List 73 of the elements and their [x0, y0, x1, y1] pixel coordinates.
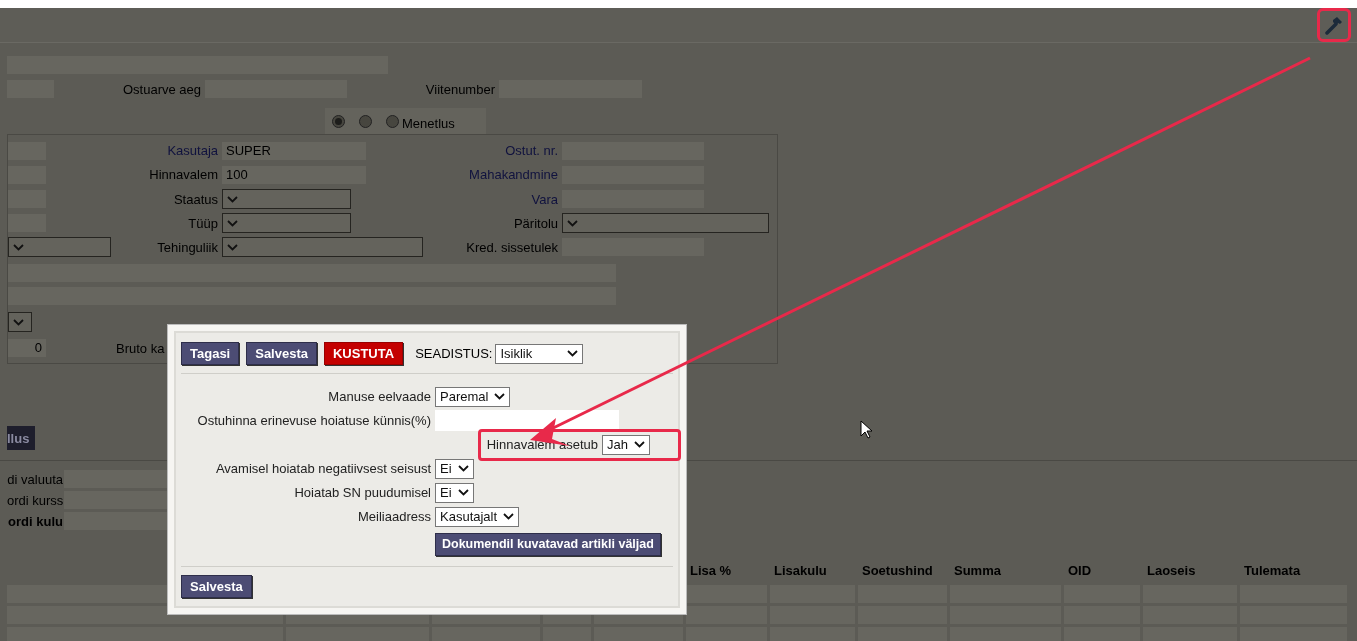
- setting-label: Hinnavalem asetub: [486, 437, 599, 452]
- text-field[interactable]: [8, 264, 616, 282]
- text-field[interactable]: [8, 214, 46, 232]
- dropdown[interactable]: Ei: [435, 458, 474, 479]
- setting-label: SEADISTUS:: [415, 346, 493, 361]
- dropdown[interactable]: [8, 312, 32, 332]
- dialog-button[interactable]: Tagasi: [181, 342, 240, 365]
- text-field[interactable]: [8, 141, 46, 160]
- text-field[interactable]: [8, 165, 46, 184]
- setting-label: Avamisel hoiatab negatiivsest seisust: [214, 461, 431, 476]
- dropdown[interactable]: Jah: [602, 434, 650, 455]
- column-header: OID: [1067, 562, 1093, 580]
- radio-label: Menetlus: [402, 116, 455, 131]
- setting-label: Meiliaadress: [357, 509, 431, 524]
- fields-button[interactable]: Dokumendil kuvatavad artikli väljad: [435, 532, 661, 556]
- dropdown[interactable]: [222, 237, 423, 257]
- column-header: Summa: [953, 562, 1002, 580]
- setting-label: Manuse eelvaade: [327, 389, 431, 404]
- dropdown[interactable]: Paremal: [435, 386, 511, 407]
- action-button[interactable]: llus: [7, 426, 35, 450]
- column-header: Lisakulu: [773, 562, 828, 580]
- field-label: Viitenumber: [424, 81, 495, 97]
- chevron-down-icon: [227, 243, 238, 251]
- text-field[interactable]: [8, 190, 46, 208]
- setting-label: Hoiatab SN puudumisel: [293, 485, 431, 500]
- field-label: ordi kurss: [7, 492, 63, 508]
- column-header: Soetushind: [861, 562, 934, 580]
- dialog-button[interactable]: Salvesta: [246, 342, 317, 365]
- dropdown[interactable]: Ei: [435, 482, 474, 503]
- field-label: Kred. sissetulek: [465, 239, 558, 255]
- hammer-button[interactable]: [1317, 8, 1351, 42]
- setting-label: Ostuhinna erinevuse hoiatuse künnis(%): [196, 413, 431, 428]
- delete-button[interactable]: KUSTUTA: [324, 342, 404, 365]
- text-field[interactable]: 0: [8, 339, 46, 357]
- text-field[interactable]: SUPER: [222, 141, 366, 160]
- field-label: Päritolu: [512, 215, 558, 231]
- dropdown[interactable]: Isiklik: [495, 343, 584, 364]
- chevron-down-icon: [503, 513, 515, 520]
- dropdown[interactable]: Kasutajalt: [435, 506, 520, 527]
- dropdown[interactable]: [562, 213, 769, 233]
- field-label: di valuuta: [7, 471, 63, 487]
- radio-button[interactable]: [332, 114, 345, 128]
- chevron-down-icon: [13, 243, 24, 251]
- chevron-down-icon: [457, 465, 469, 472]
- radio-button[interactable]: [359, 114, 372, 128]
- chevron-down-icon: [567, 350, 579, 357]
- dropdown[interactable]: [222, 189, 351, 209]
- radio-button[interactable]: [386, 114, 399, 128]
- field-label: Staatus: [172, 191, 218, 207]
- chevron-down-icon: [457, 489, 469, 496]
- field-label: Bruto ka: [116, 340, 165, 356]
- column-header: Laoseis: [1146, 562, 1197, 580]
- field-label: Tüüp: [187, 215, 218, 231]
- chevron-down-icon: [567, 219, 578, 227]
- input-field[interactable]: [435, 410, 619, 431]
- field-label: Tehinguliik: [156, 239, 218, 255]
- save-button[interactable]: Salvesta: [181, 575, 252, 598]
- dropdown[interactable]: [8, 237, 111, 257]
- field-label: ordi kulu: [7, 513, 63, 529]
- text-field[interactable]: [8, 287, 616, 305]
- cursor-icon: [860, 420, 873, 439]
- chevron-down-icon: [227, 195, 238, 203]
- chevron-down-icon: [494, 393, 506, 400]
- field-label: Hinnavalem: [148, 167, 218, 182]
- chevron-down-icon: [13, 318, 24, 326]
- column-header: Lisa %: [689, 562, 733, 580]
- dropdown[interactable]: [222, 213, 351, 233]
- hammer-icon: [1324, 15, 1344, 35]
- chevron-down-icon: [227, 219, 238, 227]
- field-label: Ostuarve aeg: [121, 81, 201, 97]
- chevron-down-icon: [634, 441, 645, 448]
- column-header: Tulemata: [1243, 562, 1302, 580]
- text-field[interactable]: 100: [222, 165, 366, 184]
